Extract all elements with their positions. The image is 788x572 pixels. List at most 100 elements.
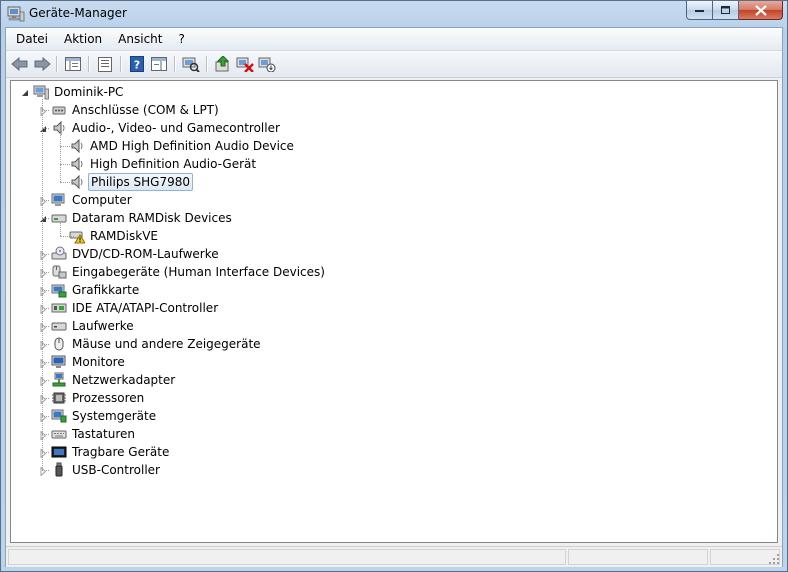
network-icon [51,372,67,388]
dvd-icon [51,246,67,262]
toolbar: ? [6,51,782,78]
tree-node-label: Monitore [72,355,125,369]
tree-node-category-13[interactable]: Systemgeräte [11,407,711,425]
menu-bar: Datei Aktion Ansicht ? [6,28,782,51]
tree-node-category-7[interactable]: IDE ATA/ATAPI-Controller [11,299,711,317]
tree-node-category-14[interactable]: Tastaturen [11,425,711,443]
ide-controller-icon [51,300,67,316]
tree-node-category-16[interactable]: USB-Controller [11,461,711,479]
close-button[interactable] [739,1,783,20]
device-manager-window: Geräte-Manager Datei Aktion Ansicht ? ? … [0,0,788,572]
tree-node-device-1-2[interactable]: Philips SHG7980 [11,173,711,191]
tree-node-root[interactable]: Dominik-PC [11,83,711,101]
status-segment-main [8,549,566,565]
tree-node-label: Tragbare Geräte [72,445,170,459]
mouse-icon [51,336,67,352]
properties-button[interactable] [95,55,115,73]
tree-node-category-2[interactable]: Computer [11,191,711,209]
console-tree-button[interactable] [63,55,83,73]
tree-node-category-3[interactable]: Dataram RAMDisk Devices [11,209,711,227]
update-driver-icon [215,56,230,72]
minimize-button[interactable] [686,1,713,20]
tree-node-category-1[interactable]: Audio-, Video- und Gamecontroller [11,119,711,137]
tree-node-label: Prozessoren [72,391,145,405]
tree-node-label: Systemgeräte [72,409,157,423]
action-pane-button[interactable] [149,55,169,73]
update-driver-button[interactable] [213,55,233,73]
system-device-icon [51,408,67,424]
port-icon [51,102,67,118]
speaker-icon [51,120,67,136]
disable-device-icon [258,57,276,72]
tree-node-label: Dataram RAMDisk Devices [72,211,232,225]
status-segment-2 [568,549,708,565]
client-area: Datei Aktion Ansicht ? ? Dominik-PC Ansc… [5,27,783,567]
scan-hardware-icon [182,57,200,72]
menu-datei[interactable]: Datei [6,29,56,49]
tree-node-category-0[interactable]: Anschlüsse (COM & LPT) [11,101,711,119]
tree-node-category-6[interactable]: Grafikkarte [11,281,711,299]
tree-node-category-12[interactable]: Prozessoren [11,389,711,407]
keyboard-icon [51,426,67,442]
tree-node-category-15[interactable]: Tragbare Geräte [11,443,711,461]
tree-node-label: High Definition Audio-Gerät [90,157,257,171]
tree-node-label: IDE ATA/ATAPI-Controller [72,301,219,315]
disable-device-button[interactable] [257,55,277,73]
back-button[interactable] [10,55,30,73]
monitor-icon [51,354,67,370]
properties-icon [98,56,112,72]
maximize-button[interactable] [713,1,739,20]
close-icon [754,4,767,16]
tree-node-label: Grafikkarte [72,283,140,297]
status-bar [6,546,782,567]
tree-node-device-3-0[interactable]: RAMDiskVE [11,227,711,245]
tree-node-label: Anschlüsse (COM & LPT) [72,103,219,117]
root-computer-icon [33,84,49,100]
tree-node-device-1-0[interactable]: AMD High Definition Audio Device [11,137,711,155]
menu-help[interactable]: ? [170,29,192,49]
tree-node-label: Computer [72,193,132,207]
portable-device-icon [51,444,67,460]
tree-node-label: Dominik-PC [54,85,124,99]
action-pane-icon [151,57,167,71]
uninstall-device-button[interactable] [235,55,255,73]
tree-node-label: DVD/CD-ROM-Laufwerke [72,247,219,261]
title-bar[interactable]: Geräte-Manager [1,1,787,27]
collapse-arrow-icon[interactable] [21,87,30,96]
tree-node-label: RAMDiskVE [90,229,158,243]
tree-node-label: Netzwerkadapter [72,373,176,387]
show-hide-console-tree-icon [65,57,81,71]
menu-aktion[interactable]: Aktion [56,29,110,49]
device-manager-icon [7,6,25,22]
device-tree[interactable]: Dominik-PC Anschlüsse (COM & LPT) Audio-, … [10,80,778,543]
back-arrow-icon [11,57,28,71]
tree-node-category-8[interactable]: Laufwerke [11,317,711,335]
tree-node-label: Mäuse und andere Zeigegeräte [72,337,261,351]
resize-grip-icon[interactable] [768,553,780,565]
disk-icon [51,210,67,226]
minimize-icon [694,10,704,12]
processor-icon [51,390,67,406]
hid-icon [51,264,67,280]
tree-node-category-9[interactable]: Mäuse und andere Zeigegeräte [11,335,711,353]
tree-node-label: AMD High Definition Audio Device [90,139,294,153]
maximize-icon [720,5,730,14]
display-adapter-icon [51,282,67,298]
forward-arrow-icon [34,57,51,71]
tree-node-label: Tastaturen [72,427,135,441]
help-button[interactable]: ? [127,55,147,73]
forward-button[interactable] [32,55,52,73]
scan-hardware-button[interactable] [181,55,201,73]
menu-ansicht[interactable]: Ansicht [110,29,170,49]
tree-node-device-1-1[interactable]: High Definition Audio-Gerät [11,155,711,173]
tree-node-category-10[interactable]: Monitore [11,353,711,371]
tree-node-label: Laufwerke [72,319,134,333]
computer-icon [51,192,67,208]
tree-node-category-11[interactable]: Netzwerkadapter [11,371,711,389]
help-icon: ? [130,56,144,72]
tree-node-category-5[interactable]: Eingabegeräte (Human Interface Devices) [11,263,711,281]
tree-node-label: Philips SHG7980 [88,173,194,191]
svg-text:?: ? [134,59,140,72]
drive-icon [51,318,67,334]
tree-node-category-4[interactable]: DVD/CD-ROM-Laufwerke [11,245,711,263]
